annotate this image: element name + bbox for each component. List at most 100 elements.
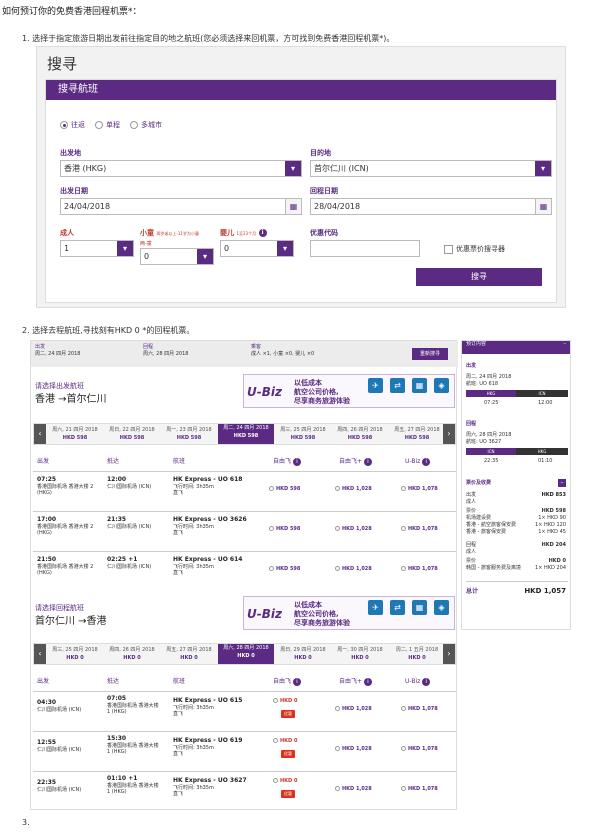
promo-code-input[interactable]: [310, 240, 420, 257]
radio[interactable]: [273, 778, 278, 783]
fare-option[interactable]: HKD 1,078: [401, 746, 438, 752]
radio[interactable]: [335, 746, 340, 751]
outbound-column-headers: 出发 抵达 航班 自由飞 i 自由飞+ i U-Biz i: [33, 455, 456, 469]
date-option[interactable]: 周六, 21 四月 2018 HKD 598: [47, 426, 103, 444]
chevron-down-icon[interactable]: ▾: [535, 161, 551, 176]
radio[interactable]: [401, 526, 406, 531]
fare-option[interactable]: HKD 1,028: [335, 786, 372, 792]
child-select[interactable]: 0 ▾: [140, 248, 214, 265]
fare-option[interactable]: HKD 1,078: [401, 706, 438, 712]
radio[interactable]: [335, 486, 340, 491]
chevron-down-icon[interactable]: ▾: [285, 161, 301, 176]
fare-option[interactable]: HKD 598: [269, 486, 300, 492]
radio[interactable]: [273, 738, 278, 743]
infant-select[interactable]: 0 ▾: [220, 240, 294, 257]
chevron-down-icon[interactable]: ▾: [117, 241, 133, 256]
chevron-down-icon[interactable]: ▾: [197, 249, 213, 264]
ticket-icon: ✈: [368, 378, 383, 393]
trip-type-multi[interactable]: 多城市: [130, 120, 162, 130]
date-option[interactable]: 周三, 25 四月 2018 HKD 0: [47, 646, 103, 664]
date-option[interactable]: 周一, 23 四月 2018 HKD 598: [161, 426, 217, 444]
date-option[interactable]: 周一, 30 四月 2018 HKD 0: [332, 646, 388, 664]
return-date-carousel: ‹ › 周三, 25 四月 2018 HKD 0 周四, 26 四月 2018 HK…: [33, 643, 456, 665]
fare-option[interactable]: HKD 1,028: [335, 706, 372, 712]
fare-option[interactable]: HKD 1,028: [335, 486, 372, 492]
fare-option[interactable]: HKD 1,078: [401, 486, 438, 492]
info-icon[interactable]: i: [292, 677, 301, 686]
depart-date-input[interactable]: 24/04/2018 ▦: [60, 198, 302, 215]
date-option[interactable]: 周日, 29 四月 2018 HKD 0: [275, 646, 331, 664]
return-column-headers: 出发 抵达 航班 自由飞 i 自由飞+ i U-Biz i: [33, 675, 456, 689]
return-date-input[interactable]: 28/04/2018 ▦: [310, 198, 552, 215]
radio[interactable]: [335, 786, 340, 791]
radio[interactable]: [269, 566, 274, 571]
radio[interactable]: [95, 121, 103, 129]
collapse-icon[interactable]: –: [558, 479, 566, 487]
fare-finder-checkbox[interactable]: 优惠票价搜寻器: [444, 244, 505, 254]
date-option[interactable]: 周五, 27 四月 2018 HKD 0: [161, 646, 217, 664]
radio[interactable]: [269, 526, 274, 531]
date-option[interactable]: 周四, 26 四月 2018 HKD 598: [332, 426, 388, 444]
fare-option[interactable]: HKD 1,028: [335, 526, 372, 532]
checkbox[interactable]: [444, 244, 453, 254]
chevron-down-icon[interactable]: ▾: [277, 241, 293, 256]
adult-select[interactable]: 1 ▾: [60, 240, 134, 257]
search-button[interactable]: 搜寻: [416, 268, 542, 286]
date-option[interactable]: 周四, 26 四月 2018 HKD 0: [104, 646, 160, 664]
radio[interactable]: [335, 526, 340, 531]
chevron-left-icon[interactable]: ‹: [34, 424, 46, 444]
ubiz-banner[interactable]: U-Biz 以低成本 航空公司价格, 尽享商务旅游体验 ✈ ⇄ ▦ ◈: [243, 596, 455, 630]
fare-option[interactable]: HKD 1,078: [401, 526, 438, 532]
info-icon[interactable]: i: [363, 457, 372, 466]
fare-option[interactable]: HKD 598: [269, 566, 300, 572]
fare-option[interactable]: HKD 598: [269, 526, 300, 532]
date-option[interactable]: 周五, 27 四月 2018 HKD 598: [389, 426, 445, 444]
date-option[interactable]: 周日, 22 四月 2018 HKD 598: [104, 426, 160, 444]
radio[interactable]: [401, 566, 406, 571]
trip-type-return[interactable]: 往返: [60, 120, 85, 130]
radio[interactable]: [401, 486, 406, 491]
fare-option[interactable]: HKD 0: [273, 698, 297, 704]
chevron-left-icon[interactable]: ‹: [34, 644, 46, 664]
collapse-icon[interactable]: –: [564, 341, 567, 347]
fare-option[interactable]: HKD 0: [273, 738, 297, 744]
info-icon[interactable]: i: [363, 677, 372, 686]
ubiz-banner[interactable]: U-Biz 以低成本 航空公司价格, 尽享商务旅游体验 ✈ ⇄ ▦ ◈: [243, 374, 455, 408]
fare-option[interactable]: HKD 1,028: [335, 746, 372, 752]
date-option-selected[interactable]: 周六, 28 四月 2018 HKD 0: [218, 644, 274, 664]
radio[interactable]: [130, 121, 138, 129]
fee-amount: HKD 598: [541, 508, 566, 514]
step-3: 3.: [22, 818, 30, 827]
from-label: 出发地: [60, 149, 81, 157]
to-label: 目的地: [310, 149, 331, 157]
trip-type-oneway[interactable]: 单程: [95, 120, 120, 130]
fare-option[interactable]: HKD 1,078: [401, 786, 438, 792]
from-select[interactable]: 香港 (HKG) ▾: [60, 160, 302, 177]
info-icon[interactable]: i: [258, 229, 267, 237]
radio-selected[interactable]: [60, 121, 68, 129]
calendar-icon[interactable]: ▦: [285, 199, 301, 214]
info-icon[interactable]: i: [422, 677, 431, 686]
radio[interactable]: [401, 706, 406, 711]
fee-amount: HKD 853: [541, 492, 566, 498]
radio[interactable]: [269, 486, 274, 491]
re-search-button[interactable]: 重新搜寻: [412, 348, 448, 360]
radio[interactable]: [401, 786, 406, 791]
date-option[interactable]: 周二, 1 五月 2018 HKD 0: [389, 646, 445, 664]
info-icon[interactable]: i: [422, 457, 431, 466]
radio[interactable]: [335, 566, 340, 571]
fare-option[interactable]: HKD 0: [273, 778, 297, 784]
table-row: 17:00 香港国际机场 香港大楼 2 (HKG) 21:35 仁川国际机场 (…: [33, 511, 456, 549]
info-icon[interactable]: i: [292, 457, 301, 466]
radio[interactable]: [273, 698, 278, 703]
radio[interactable]: [335, 706, 340, 711]
date-option[interactable]: 周三, 25 四月 2018 HKD 598: [275, 426, 331, 444]
fare-option[interactable]: HKD 1,078: [401, 566, 438, 572]
summary-depart: 出发 周二, 24 四月 2018: [35, 344, 81, 357]
to-select[interactable]: 首尔仁川 (ICN) ▾: [310, 160, 552, 177]
step-1: 1. 选择于指定旅游日期出发前往指定目的地之航班(您必须选择来回机票，方可找到免…: [22, 34, 395, 43]
date-option-selected[interactable]: 周二, 24 四月 2018 HKD 598: [218, 424, 274, 444]
radio[interactable]: [401, 746, 406, 751]
fare-option[interactable]: HKD 1,028: [335, 566, 372, 572]
calendar-icon[interactable]: ▦: [535, 199, 551, 214]
